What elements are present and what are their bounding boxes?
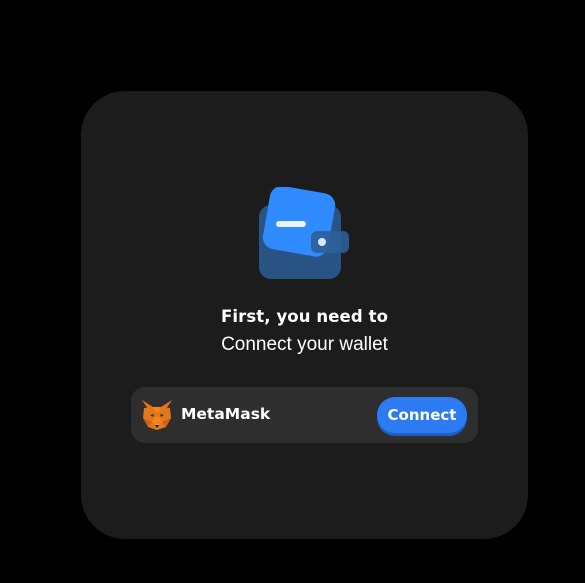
wallet-option-metamask[interactable]: MetaMask Connect bbox=[131, 387, 478, 443]
connect-button[interactable]: Connect bbox=[377, 397, 467, 433]
metamask-fox-icon bbox=[142, 400, 172, 430]
dialog-title: First, you need to bbox=[220, 307, 389, 326]
wallet-name: MetaMask bbox=[181, 405, 271, 423]
connect-wallet-card: First, you need to Connect your wallet M… bbox=[81, 91, 528, 539]
wallet-icon bbox=[259, 187, 349, 279]
dialog-subtitle: Connect your wallet bbox=[221, 334, 388, 355]
